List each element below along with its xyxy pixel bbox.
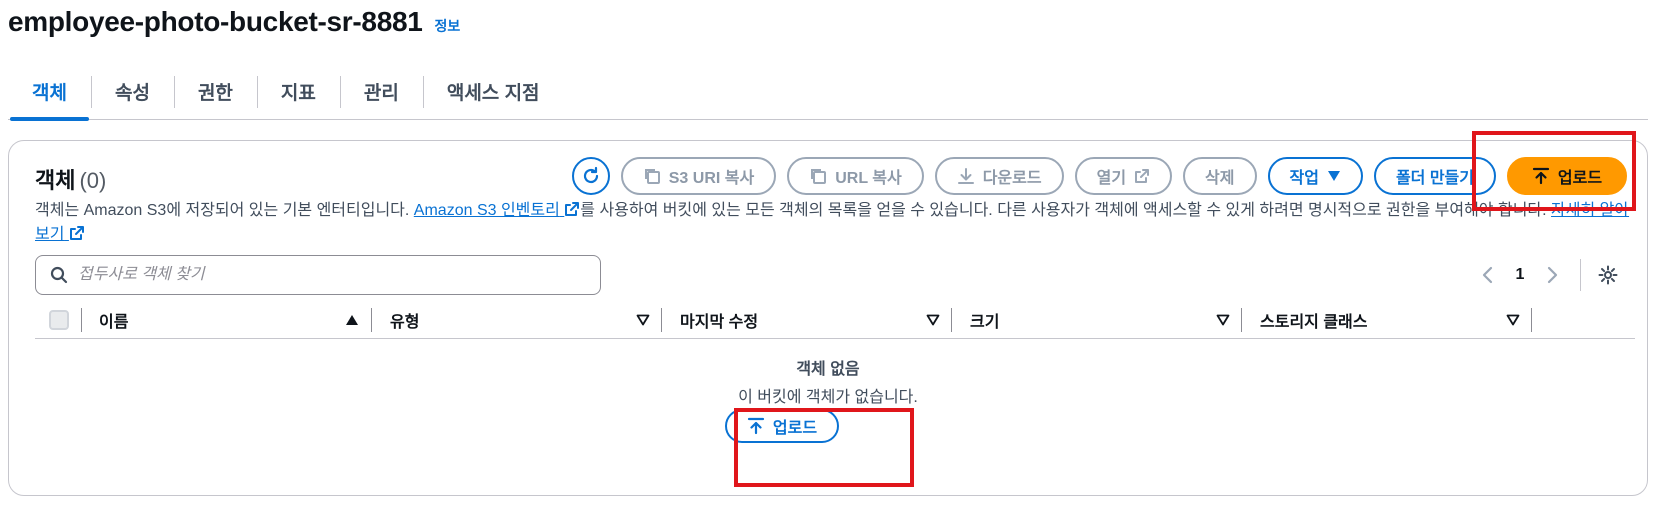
column-separator [951, 308, 952, 332]
empty-state-description: 이 버킷에 객체가 없습니다. [738, 389, 918, 406]
column-last-modified-label: 마지막 수정 [680, 314, 759, 331]
empty-state-title: 객체 없음 [796, 361, 860, 378]
page-number[interactable]: 1 [1504, 266, 1536, 284]
external-link-icon [565, 202, 580, 216]
info-link[interactable]: 정보 [435, 16, 461, 36]
sort-icon [1506, 314, 1520, 326]
tab-objects[interactable]: 객체 [8, 64, 91, 121]
download-button[interactable]: 다운로드 [934, 157, 1064, 195]
column-size-label: 크기 [970, 314, 1000, 331]
gear-icon [1598, 265, 1618, 285]
chevron-left-icon [1482, 266, 1493, 284]
objects-description: 객체는 Amazon S3에 저장되어 있는 기본 엔터티입니다. Amazon… [35, 199, 1635, 247]
sort-ascending-icon [346, 315, 358, 325]
copy-url-button[interactable]: URL 복사 [787, 157, 924, 195]
search-box [35, 255, 601, 295]
select-all-checkbox[interactable] [49, 310, 69, 330]
page-title: employee-photo-bucket-sr-8881 [8, 6, 423, 37]
empty-state-upload-button[interactable]: 업로드 [725, 409, 839, 443]
tab-access-points[interactable]: 액세스 지점 [422, 64, 564, 120]
column-header-name[interactable]: 이름 [99, 301, 359, 339]
copy-s3-uri-label: S3 URI 복사 [668, 170, 755, 187]
open-label: 열기 [1096, 170, 1127, 187]
tab-management[interactable]: 관리 [339, 64, 423, 120]
external-link-icon [69, 226, 84, 240]
column-type-label: 유형 [390, 314, 420, 331]
column-separator [81, 308, 82, 332]
table-preferences-button[interactable] [1591, 258, 1625, 292]
create-folder-button[interactable]: 폴더 만들기 [1373, 157, 1496, 195]
column-header-type[interactable]: 유형 [390, 301, 650, 339]
column-name-label: 이름 [99, 314, 129, 331]
search-icon [50, 266, 68, 284]
description-text-2: 를 사용하여 버킷에 있는 모든 객체의 목록을 얻을 수 있습니다. 다른 사… [580, 202, 1552, 219]
objects-actions: S3 URI 복사 URL 복사 다운로드 열기 삭제 작업 폴더 만들기 업로… [571, 157, 1627, 195]
sort-icon [926, 314, 940, 326]
actions-dropdown-button[interactable]: 작업 [1267, 157, 1363, 195]
pagination-divider [1580, 259, 1581, 291]
objects-count: (0) [79, 168, 107, 193]
inventory-link[interactable]: Amazon S3 인벤토리 [414, 202, 581, 219]
objects-table-header: 이름 유형 마지막 수정 크기 스토리지 클래스 [35, 301, 1635, 339]
tab-metrics[interactable]: 지표 [256, 64, 340, 120]
objects-heading-label: 객체 [35, 168, 76, 193]
open-button[interactable]: 열기 [1074, 157, 1173, 195]
column-separator [661, 308, 662, 332]
tab-permissions[interactable]: 권한 [173, 64, 257, 120]
objects-panel: 객체 (0) S3 URI 복사 URL 복사 다운로드 열기 삭제 작업 폴더… [8, 140, 1648, 496]
delete-label: 삭제 [1205, 170, 1235, 187]
column-separator [1531, 308, 1532, 332]
pagination: 1 [1470, 255, 1625, 295]
column-separator [1241, 308, 1242, 332]
refresh-button[interactable] [571, 157, 610, 195]
delete-button[interactable]: 삭제 [1183, 157, 1257, 195]
copy-s3-uri-button[interactable]: S3 URI 복사 [620, 157, 777, 195]
sort-icon [1216, 314, 1230, 326]
search-input[interactable] [78, 266, 568, 284]
sort-icon [636, 314, 650, 326]
actions-dropdown-label: 작업 [1289, 170, 1319, 187]
empty-state-upload-label: 업로드 [772, 420, 818, 437]
create-folder-label: 폴더 만들기 [1395, 170, 1474, 187]
description-text-1: 객체는 Amazon S3에 저장되어 있는 기본 엔터티입니다. [35, 202, 414, 219]
upload-button[interactable]: 업로드 [1507, 157, 1627, 195]
download-icon [957, 168, 974, 184]
objects-heading: 객체 (0) [35, 163, 106, 195]
download-label: 다운로드 [982, 170, 1042, 187]
copy-icon [644, 169, 660, 184]
next-page-button[interactable] [1536, 258, 1570, 292]
previous-page-button[interactable] [1470, 258, 1504, 292]
refresh-icon [583, 166, 598, 184]
inventory-link-label: Amazon S3 인벤토리 [413, 202, 560, 219]
column-header-size[interactable]: 크기 [970, 301, 1230, 339]
copy-icon [811, 169, 827, 184]
upload-label: 업로드 [1557, 170, 1603, 187]
column-separator [371, 308, 372, 332]
chevron-right-icon [1547, 266, 1558, 284]
external-link-icon [1135, 169, 1150, 183]
tab-bar: 객체 속성 권한 지표 관리 액세스 지점 [8, 64, 1648, 121]
page-header: employee-photo-bucket-sr-8881 정보 [8, 6, 460, 38]
caret-down-icon [1327, 171, 1340, 181]
upload-icon [1532, 167, 1550, 185]
tab-properties[interactable]: 속성 [90, 64, 174, 120]
copy-url-label: URL 복사 [835, 170, 902, 187]
column-storage-class-label: 스토리지 클래스 [1260, 314, 1368, 331]
column-header-last-modified[interactable]: 마지막 수정 [680, 301, 940, 339]
column-header-storage-class[interactable]: 스토리지 클래스 [1260, 301, 1520, 339]
upload-icon [747, 417, 765, 435]
